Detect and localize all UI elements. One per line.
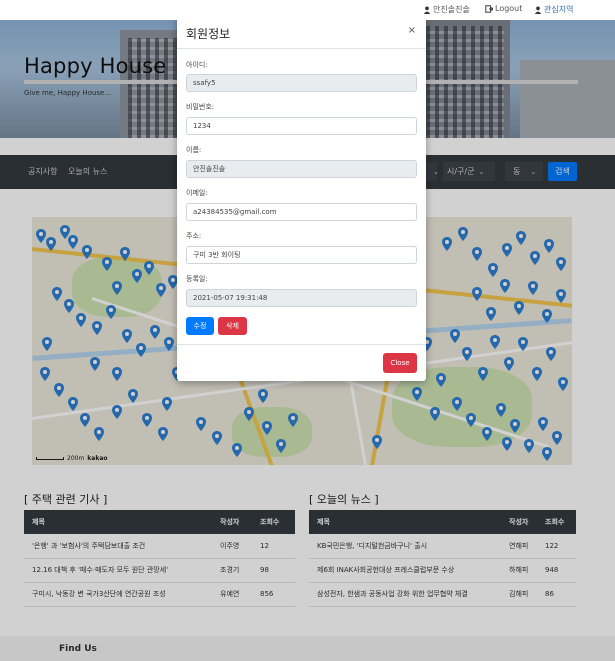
email-label: 이메일:: [186, 189, 208, 197]
user-icon: [423, 6, 431, 14]
page: 안진솔진솔 Logout 관심지역 Happy House Give me, H…: [0, 0, 615, 661]
edit-button[interactable]: 수정: [186, 317, 214, 335]
address-label: 주소:: [186, 232, 202, 240]
email-field[interactable]: a24384535@gmail.com: [186, 203, 417, 221]
logout-link[interactable]: Logout: [485, 4, 522, 13]
id-label: 아이디:: [186, 61, 208, 69]
close-button[interactable]: Close: [383, 353, 417, 373]
user-icon: [534, 6, 542, 14]
close-icon[interactable]: ×: [408, 25, 416, 36]
interest-link[interactable]: 관심지역: [534, 4, 573, 15]
top-bar: 안진솔진솔 Logout 관심지역: [0, 0, 615, 20]
regdate-label: 등록일:: [186, 275, 208, 283]
password-field[interactable]: 1234: [186, 117, 417, 135]
password-label: 비밀번호:: [186, 103, 215, 111]
modal-footer-divider: [177, 344, 426, 345]
interest-label: 관심지역: [544, 5, 574, 14]
member-info-modal: 회원정보 × 아이디: ssafy5 비밀번호: 1234 이름: 안진솔진솔 …: [177, 15, 426, 381]
delete-button[interactable]: 삭제: [218, 317, 247, 335]
logout-label: Logout: [495, 4, 523, 13]
name-field: 안진솔진솔: [186, 160, 417, 178]
regdate-field: 2021-05-07 19:31:48: [186, 289, 417, 307]
modal-title: 회원정보: [186, 27, 231, 41]
name-label: 이름:: [186, 146, 202, 154]
address-field[interactable]: 구미 3반 화이팅: [186, 246, 417, 264]
user-name: 안진솔진솔: [433, 5, 470, 14]
user-link[interactable]: 안진솔진솔: [423, 4, 470, 15]
id-field: ssafy5: [186, 74, 417, 92]
logout-icon: [485, 4, 493, 13]
modal-header: 회원정보 ×: [177, 15, 426, 49]
